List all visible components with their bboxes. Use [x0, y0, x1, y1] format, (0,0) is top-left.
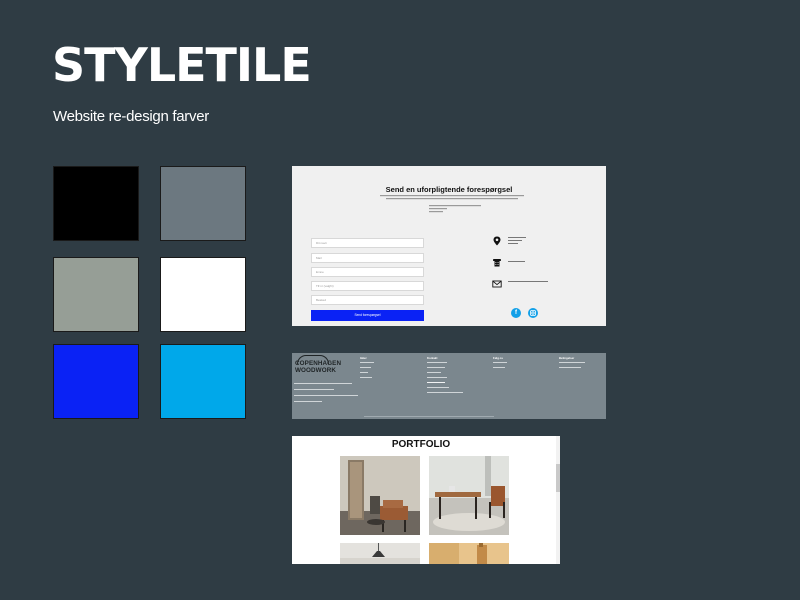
footer-links-placeholder [360, 361, 374, 378]
portfolio-scrollbar-thumb [556, 464, 560, 492]
address-text-placeholder [508, 237, 526, 244]
instagram-glyph [530, 310, 536, 316]
color-swatch-blue [53, 344, 139, 419]
contact-form-mockup: Send en uforpligtende forespørgsel Dit n… [292, 166, 606, 326]
page-subtitle: Website re-design farver [53, 108, 209, 125]
contact-info-text-placeholder [429, 205, 489, 217]
phone-icon [493, 259, 501, 267]
send-request-button: Send forespørgsel [311, 310, 424, 321]
portfolio-photo-table [429, 456, 509, 535]
footer-column-follow: Følg os [493, 356, 513, 375]
color-swatch-slate-grey [160, 166, 246, 241]
portfolio-photo-lamp [340, 543, 420, 564]
mail-icon [492, 280, 502, 288]
footer-column-ideas: Idéer [360, 356, 380, 383]
footer-address-placeholder [294, 383, 504, 419]
email-info [492, 279, 552, 289]
message-field: Besked [311, 295, 424, 305]
name-field: Dit navn [311, 238, 424, 248]
subject-field: Emne [311, 267, 424, 277]
mail-field: Mail [311, 253, 424, 263]
color-swatch-sage-grey [53, 257, 139, 332]
email-text-placeholder [508, 281, 548, 282]
footer-text-lines [294, 383, 494, 417]
portfolio-photo-wood [429, 543, 509, 564]
portfolio-photo-shelf [340, 456, 420, 535]
facebook-icon: f [511, 308, 521, 318]
phone-text-placeholder [508, 261, 525, 262]
footer-logo: COPENHAGEN WOODWORK [295, 360, 342, 374]
color-swatch-white [160, 257, 246, 332]
text-lines-graphic [380, 195, 524, 200]
address-info [492, 236, 530, 246]
location-pin-icon [493, 236, 501, 246]
color-swatch-black [53, 166, 139, 241]
footer-column-terms: Betingelser [559, 356, 589, 375]
instagram-icon [528, 308, 538, 318]
contact-intro-text-placeholder [372, 195, 532, 203]
color-swatch-light-blue [160, 344, 246, 419]
footer-links-placeholder [559, 361, 585, 368]
portfolio-title: PORTFOLIO [391, 439, 451, 450]
page-title: STYLETILE [52, 38, 312, 92]
footer-links-placeholder [493, 361, 507, 368]
phone-info [492, 258, 530, 268]
text-lines-graphic [429, 205, 481, 213]
phone-field: Tlf.nr (valgfri) [311, 281, 424, 291]
portfolio-mockup: PORTFOLIO [292, 436, 560, 564]
contact-heading: Send en uforpligtende forespørgsel [385, 185, 513, 194]
footer-mockup: COPENHAGEN WOODWORK Idéer Kontakt Følg o… [292, 353, 606, 419]
portfolio-scrollbar [556, 436, 560, 564]
